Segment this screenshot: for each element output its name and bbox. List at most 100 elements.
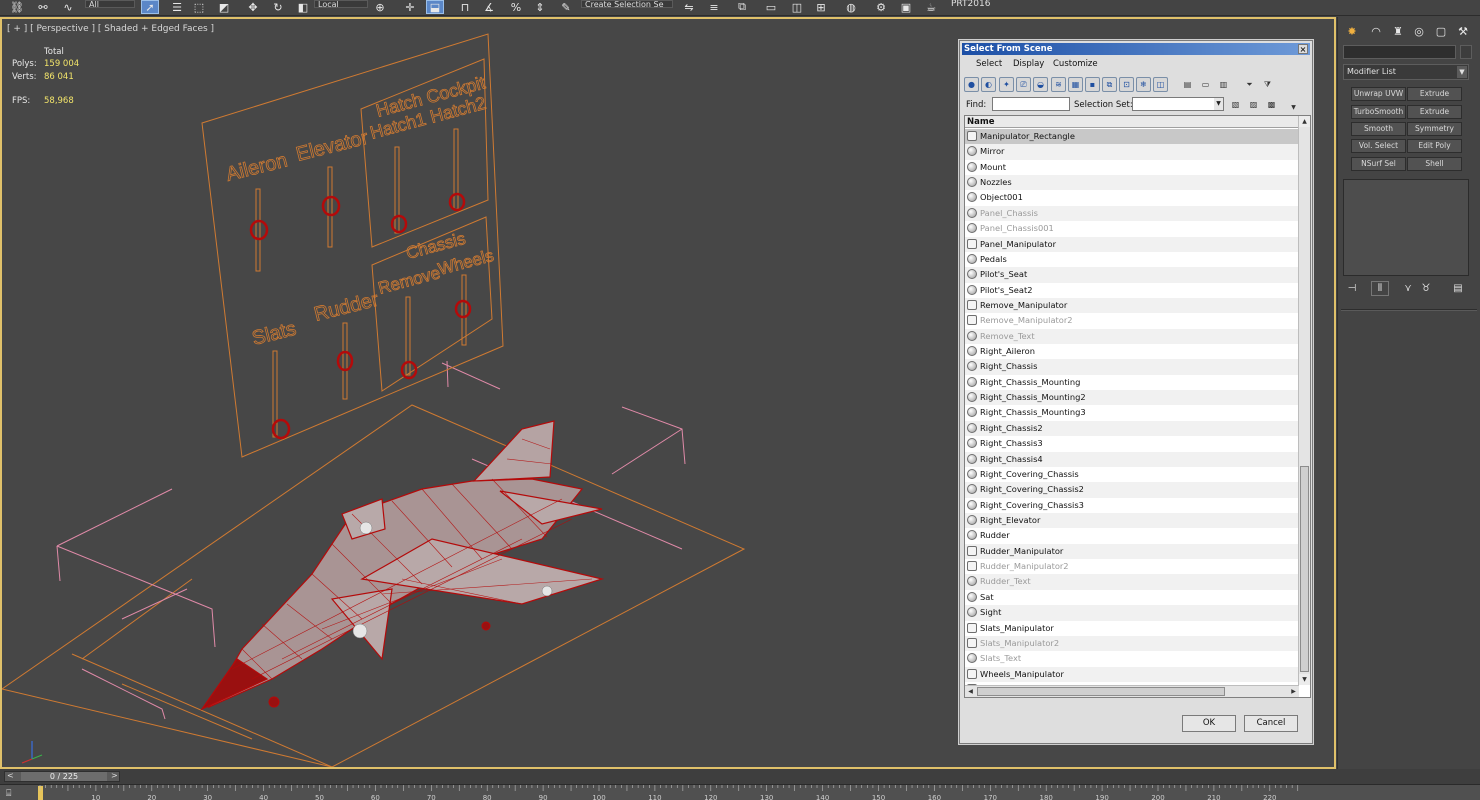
display-invert-icon[interactable]: ▥ [1216, 77, 1231, 92]
display-none-icon[interactable]: ▭ [1198, 77, 1213, 92]
list-item[interactable]: Right_Chassis_Mounting [965, 374, 1299, 391]
list-item[interactable]: Pedals [965, 251, 1299, 268]
list-item[interactable]: Right_Covering_Chassis3 [965, 497, 1299, 513]
pivot-center-icon[interactable]: ⊕ [371, 0, 389, 14]
list-item[interactable]: Right_Chassis2 [965, 420, 1299, 437]
list-item[interactable]: Rudder_Text [965, 574, 1299, 590]
scroll-left-icon[interactable]: ◀ [965, 686, 976, 697]
scroll-right-icon[interactable]: ▶ [1288, 686, 1299, 697]
expand-arrow-icon[interactable]: ▼ [1286, 100, 1301, 115]
rect-region-icon[interactable]: ⬚ [190, 0, 208, 14]
horizontal-scroll-thumb[interactable] [977, 687, 1225, 696]
selection-filter-dropdown[interactable]: All [85, 0, 135, 8]
list-item[interactable]: Wheels_Manipulator [965, 666, 1299, 682]
display-lights-icon[interactable]: ✦ [999, 77, 1014, 92]
graphite-icon[interactable]: ▭ [762, 0, 780, 14]
hatch2-knob[interactable] [448, 192, 466, 212]
display-cameras-icon[interactable]: ⎚ [1016, 77, 1031, 92]
list-item[interactable]: Right_Chassis [965, 359, 1299, 375]
elevator-knob[interactable] [321, 195, 341, 217]
track-bar[interactable]: ⌸ 10 20 30 40 50 60 70 80 90 100 110 120 130 140 150 16… [0, 784, 1480, 800]
close-icon[interactable]: × [1298, 44, 1308, 54]
motion-tab-icon[interactable]: ◎ [1411, 23, 1427, 39]
align-icon[interactable]: ≡ [705, 0, 723, 14]
list-item[interactable]: Slats_Text [965, 651, 1299, 667]
time-slider-thumb[interactable]: 0 / 225 [21, 772, 107, 781]
window-crossing-icon[interactable]: ◩ [215, 0, 233, 14]
utilities-tab-icon[interactable]: ⚒ [1455, 23, 1471, 39]
list-item[interactable]: Panel_Manipulator [965, 236, 1299, 252]
select-object-icon[interactable]: ➚ [141, 0, 159, 14]
rotate-icon[interactable]: ↻ [269, 0, 287, 14]
display-shapes-icon[interactable]: ◐ [981, 77, 996, 92]
horizontal-scrollbar[interactable]: ◀ ▶ [965, 685, 1299, 697]
object-name-field[interactable] [1343, 45, 1456, 59]
display-tab-icon[interactable]: ▢ [1433, 23, 1449, 39]
render-frame-icon[interactable]: ▣ [897, 0, 915, 14]
list-item[interactable]: Mount [965, 159, 1299, 176]
selection-set-edit-icon[interactable]: ▨ [1246, 97, 1261, 112]
list-item[interactable]: Slats_Manipulator2 [965, 635, 1299, 652]
pin-stack-icon[interactable]: ⊣ [1343, 281, 1361, 296]
list-item[interactable]: Nozzles [965, 175, 1299, 191]
display-geometry-icon[interactable]: ● [964, 77, 979, 92]
snap-icon[interactable]: ⊓ [456, 0, 474, 14]
display-helpers-icon[interactable]: ◒ [1033, 77, 1048, 92]
modifier-list-dropdown[interactable]: Modifier List ▼ [1343, 64, 1469, 80]
render-setup-icon[interactable]: ⚙ [872, 0, 890, 14]
list-item[interactable]: Panel_Chassis001 [965, 221, 1299, 237]
modifier-button-symmetry[interactable]: Symmetry [1407, 122, 1462, 136]
scale-icon[interactable]: ◧ [294, 0, 312, 14]
menu-select[interactable]: Select [976, 59, 1002, 69]
angle-snap-icon[interactable]: ∡ [480, 0, 498, 14]
modifier-button-shell[interactable]: Shell [1407, 157, 1462, 171]
bind-spacewarp-icon[interactable]: ∿ [59, 0, 77, 14]
scroll-down-icon[interactable]: ▼ [1299, 674, 1310, 685]
reference-coord-dropdown[interactable]: Local [314, 0, 368, 8]
modifier-button-nsurf-sel[interactable]: NSurf Sel [1351, 157, 1406, 171]
list-item[interactable]: Pilot's_Seat2 [965, 282, 1299, 298]
schematic-icon[interactable]: ⊞ [812, 0, 830, 14]
rudder-knob[interactable] [336, 350, 354, 372]
keyboard-shortcut-icon[interactable]: ⬓ [426, 0, 444, 14]
modifier-button-edit-poly[interactable]: Edit Poly [1407, 139, 1462, 153]
scene-object-list[interactable]: Name Manipulator_Rectangle Mirror Mount Noz… [964, 115, 1311, 698]
modifier-button-extrude[interactable]: Extrude [1407, 87, 1462, 101]
ok-button[interactable]: OK [1182, 715, 1236, 732]
named-selection-dropdown[interactable]: Create Selection Se [581, 0, 673, 8]
display-xrefs-icon[interactable]: ▪ [1085, 77, 1100, 92]
column-header-name[interactable]: Name [965, 116, 1299, 128]
list-item[interactable]: Object001 [965, 190, 1299, 206]
list-item[interactable]: Right_Chassis_Mounting2 [965, 390, 1299, 406]
list-item[interactable]: Remove_Text [965, 328, 1299, 345]
layer-icon[interactable]: ⧉ [733, 0, 751, 14]
list-item[interactable]: Sat [965, 589, 1299, 606]
list-item[interactable]: Remove_Manipulator [965, 297, 1299, 314]
filter-options-icon[interactable]: ⧩ [1260, 77, 1275, 92]
filter-icon[interactable]: ⏷ [1242, 77, 1257, 92]
render-icon[interactable]: ☕ [922, 0, 940, 14]
time-next-button[interactable]: > [111, 771, 118, 780]
display-frozen-icon[interactable]: ❄ [1136, 77, 1151, 92]
show-end-result-icon[interactable]: ⫴ [1371, 281, 1389, 296]
list-item[interactable]: Right_Elevator [965, 512, 1299, 529]
modify-tab-icon[interactable]: ◠ [1368, 23, 1384, 39]
make-unique-icon[interactable]: ⋎ [1399, 281, 1417, 296]
vertical-scroll-thumb[interactable] [1300, 466, 1309, 672]
list-item[interactable]: Right_Chassis3 [965, 436, 1299, 452]
modifier-button-unwrap-uvw[interactable]: Unwrap UVW [1351, 87, 1406, 101]
create-tab-icon[interactable]: ✸ [1344, 23, 1360, 39]
time-prev-button[interactable]: < [7, 771, 14, 780]
link-icon[interactable]: ⛓ [8, 0, 26, 14]
spinner-snap-icon[interactable]: ⇕ [531, 0, 549, 14]
list-item[interactable]: Right_Chassis4 [965, 451, 1299, 467]
mirror-icon[interactable]: ⇋ [680, 0, 698, 14]
list-item[interactable]: Right_Chassis_Mounting3 [965, 405, 1299, 421]
list-item[interactable]: Right_Covering_Chassis2 [965, 482, 1299, 498]
list-item[interactable]: Remove_Manipulator2 [965, 313, 1299, 329]
list-item[interactable]: Sight [965, 605, 1299, 621]
display-bones-icon[interactable]: ⧉ [1102, 77, 1117, 92]
list-item[interactable]: Rudder [965, 528, 1299, 544]
percent-snap-icon[interactable]: % [507, 0, 525, 14]
display-spacewarps-icon[interactable]: ≋ [1051, 77, 1066, 92]
